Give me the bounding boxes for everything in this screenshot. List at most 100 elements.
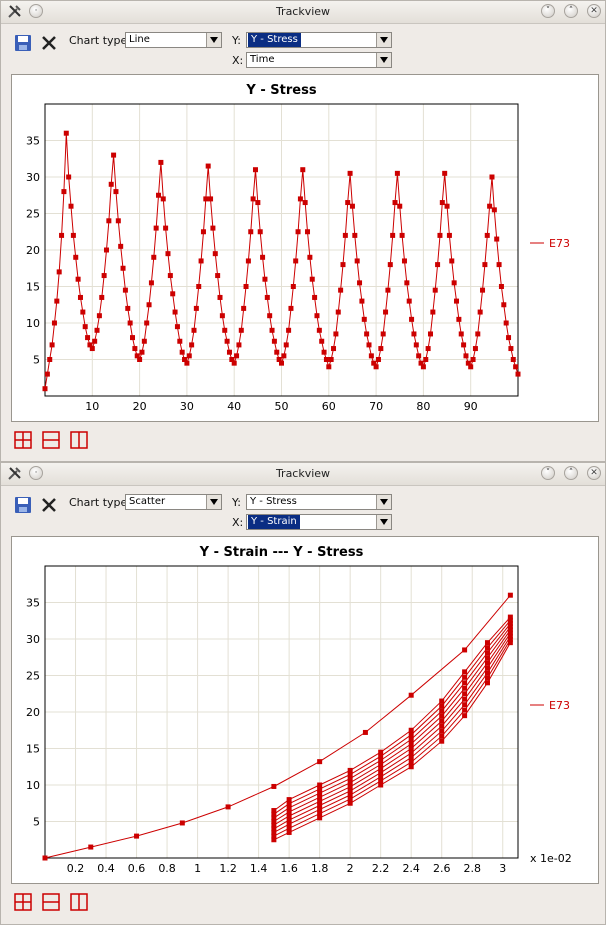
data-point [75, 276, 81, 282]
y-axis-select[interactable]: Y - Stress [246, 32, 392, 48]
window-title: Trackview [275, 467, 331, 480]
data-point [477, 309, 483, 315]
data-point [297, 196, 303, 202]
data-point [323, 357, 329, 362]
horizontal-range-icon[interactable] [41, 430, 61, 450]
vertical-range-icon[interactable] [69, 892, 89, 912]
data-point [281, 353, 287, 359]
x-axis-select[interactable]: Time [246, 52, 392, 68]
title-bar[interactable]: · Trackview ˅ ˄ ✕ [1, 1, 605, 24]
data-point [373, 364, 379, 370]
trackview-window-scatter: · Trackview ˅ ˄ ✕ Chart type: Scatter Y:… [0, 462, 606, 925]
y-tick-label: 20 [26, 706, 40, 719]
close-icon[interactable] [39, 495, 59, 515]
data-point [132, 346, 138, 352]
data-point [409, 316, 415, 322]
data-point [224, 338, 230, 344]
chart-type-select[interactable]: Scatter [125, 494, 222, 510]
x-axis-select[interactable]: Y - Strain [246, 514, 392, 530]
cycle-curve [273, 636, 511, 833]
data-point [482, 262, 488, 268]
data-point [326, 364, 332, 370]
x-tick-label: 2 [347, 862, 354, 875]
data-point [462, 685, 468, 691]
data-point [174, 324, 180, 330]
minimize-button[interactable]: ˅ [541, 4, 555, 18]
data-point [156, 192, 162, 198]
data-point [462, 707, 468, 713]
data-point [141, 338, 147, 344]
line-chart[interactable]: Y - Stress 5 10 15 20 25 30 35 10 20 30 40 50 60 70 80 9… [12, 75, 598, 421]
data-point [225, 804, 231, 810]
y-tick-label: 25 [26, 208, 40, 221]
data-point [92, 338, 98, 344]
data-point [111, 152, 117, 158]
data-point [484, 640, 490, 646]
data-point [319, 338, 325, 344]
data-point [349, 203, 355, 209]
data-point [89, 346, 95, 352]
chart-type-select[interactable]: Line [125, 32, 222, 48]
data-point [49, 342, 55, 348]
cycle-curve [273, 623, 511, 819]
data-point [42, 386, 48, 392]
data-point [439, 733, 445, 739]
chevron-down-icon[interactable] [206, 495, 221, 509]
data-point [234, 353, 240, 359]
data-point [203, 196, 209, 202]
scatter-chart[interactable]: Y - Strain --- Y - Stress 5 10 15 20 25 30 35 0.… [12, 537, 598, 883]
minimize-button[interactable]: ˅ [541, 466, 555, 480]
data-point [170, 291, 176, 297]
data-point [408, 750, 414, 756]
data-point [260, 254, 266, 260]
chevron-down-icon[interactable] [376, 33, 391, 47]
crosshair-icon[interactable] [13, 430, 33, 450]
data-point [463, 353, 469, 359]
x-tick-label: 70 [369, 400, 383, 413]
maximize-button[interactable]: ˄ [564, 4, 578, 18]
data-point [335, 309, 341, 315]
crosshair-icon[interactable] [13, 892, 33, 912]
data-point [42, 855, 48, 861]
legend-label: E73 [549, 237, 570, 250]
data-point [269, 327, 275, 333]
close-icon[interactable] [39, 33, 59, 53]
data-point [383, 309, 389, 315]
y-axis-value: Y - Stress [250, 496, 297, 507]
data-point [408, 741, 414, 747]
chart-type-label: Chart type: [69, 34, 132, 47]
x-axis-label: X: [232, 516, 244, 529]
x-axis-label: X: [232, 54, 244, 67]
chart-panel[interactable]: Y - Strain --- Y - Stress 5 10 15 20 25 30 35 0.… [11, 536, 599, 884]
save-icon[interactable] [13, 495, 33, 515]
y-axis-select[interactable]: Y - Stress [246, 494, 392, 510]
data-point [179, 349, 185, 355]
maximize-button[interactable]: ˄ [564, 466, 578, 480]
close-window-button[interactable]: ✕ [587, 466, 601, 480]
y-tick-label: 30 [26, 171, 40, 184]
chevron-down-icon[interactable] [206, 33, 221, 47]
x-scale-label: x 1e-02 [530, 852, 572, 865]
horizontal-range-icon[interactable] [41, 892, 61, 912]
data-point [118, 243, 124, 249]
title-bar[interactable]: · Trackview ˅ ˄ ✕ [1, 463, 605, 486]
data-point [408, 692, 414, 698]
data-point [359, 298, 365, 304]
chevron-down-icon[interactable] [376, 53, 391, 67]
data-point [134, 833, 140, 839]
x-tick-label: 2.6 [433, 862, 451, 875]
save-icon[interactable] [13, 33, 33, 53]
trackview-window-line: · Trackview ˅ ˄ ✕ Chart type: Line Y: Y … [0, 0, 606, 462]
data-point [248, 229, 254, 235]
vertical-range-icon[interactable] [69, 430, 89, 450]
chevron-down-icon[interactable] [376, 515, 391, 529]
data-point [215, 273, 221, 279]
data-point [366, 342, 372, 348]
close-window-button[interactable]: ✕ [587, 4, 601, 18]
data-point [347, 800, 353, 806]
chart-panel[interactable]: Y - Stress 5 10 15 20 25 30 35 10 20 30 40 50 60 70 80 9… [11, 74, 599, 422]
data-point [59, 232, 65, 238]
chevron-down-icon[interactable] [376, 495, 391, 509]
y-axis-label: Y: [232, 34, 241, 47]
x-tick-label: 1.8 [311, 862, 329, 875]
